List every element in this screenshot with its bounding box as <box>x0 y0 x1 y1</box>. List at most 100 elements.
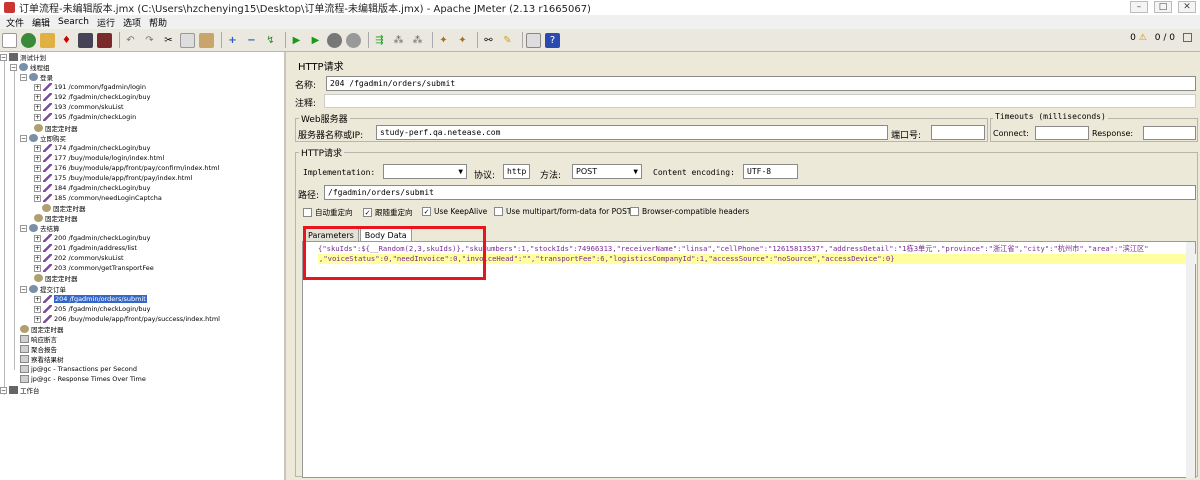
toggle-icon[interactable]: ↯ <box>263 33 278 48</box>
clear-all-icon[interactable]: ✦ <box>455 33 470 48</box>
clear-icon[interactable]: ✦ <box>436 33 451 48</box>
tree-item[interactable]: +193 /common/skuList <box>34 102 124 112</box>
tree-item[interactable]: jp@gc - Transactions per Second <box>20 364 137 374</box>
tree-item[interactable]: +203 /common/getTransportFee <box>34 263 154 273</box>
reset-search-icon[interactable]: ✎ <box>500 33 515 48</box>
implementation-select[interactable]: ▼ <box>383 164 467 179</box>
function-helper-icon[interactable] <box>526 32 541 48</box>
highlight-box <box>303 226 486 280</box>
follow-redirect-checkbox[interactable]: ✓ 跟随重定向 <box>363 207 413 218</box>
tree-item[interactable]: 聚合报告 <box>20 344 57 354</box>
response-label: Response: <box>1092 129 1134 138</box>
vertical-scrollbar[interactable] <box>1186 242 1195 478</box>
shutdown-icon[interactable] <box>346 32 361 48</box>
tree-item[interactable]: +206 /buy/module/app/front/pay/success/i… <box>34 314 220 324</box>
start-no-pause-icon[interactable]: ▶ <box>308 33 323 48</box>
remote-stop-icon[interactable]: ⁂ <box>391 33 406 48</box>
tree-item[interactable]: − 立即购买 <box>20 133 66 143</box>
tree-thread-group[interactable]: − 线程组 <box>10 62 50 72</box>
browser-headers-checkbox[interactable]: Browser-compatible headers <box>630 207 749 216</box>
tree-item[interactable]: +205 /fgadmin/checkLogin/buy <box>34 304 150 314</box>
test-plan-tree[interactable]: − 测试计划 − 线程组 − 登录 +191 /common/fgadmin/logi… <box>0 52 286 480</box>
multipart-checkbox[interactable]: Use multipart/form-data for POST <box>494 207 631 216</box>
tree-workbench[interactable]: − 工作台 <box>0 385 40 395</box>
close-plan-icon[interactable]: ♦ <box>59 33 74 48</box>
new-icon[interactable] <box>2 32 17 48</box>
thread-count: 0 / 0 <box>1154 33 1175 43</box>
stop-icon[interactable] <box>327 32 342 48</box>
redo-icon[interactable]: ↷ <box>142 33 157 48</box>
tree-item[interactable]: +202 /common/skuList <box>34 253 124 263</box>
collapse-icon[interactable]: − <box>244 33 259 48</box>
cut-icon[interactable]: ✂ <box>161 33 176 48</box>
tree-item[interactable]: − 登录 <box>20 72 53 82</box>
help-icon[interactable]: ? <box>545 32 560 48</box>
menu-search[interactable]: Search <box>54 17 93 27</box>
encoding-field[interactable]: UTF-8 <box>743 164 798 179</box>
comment-field[interactable] <box>324 94 1196 108</box>
tree-item[interactable]: − 提交订单 <box>20 284 66 294</box>
tree-item[interactable]: +191 /common/fgadmin/login <box>34 82 146 92</box>
toolbar-separator <box>368 32 369 48</box>
tree-root[interactable]: − 测试计划 <box>0 52 46 62</box>
tree-item[interactable]: +201 /fgadmin/address/list <box>34 243 137 253</box>
tree-item[interactable]: +200 /fgadmin/checkLogin/buy <box>34 233 150 243</box>
maximize-icon[interactable]: □ <box>1154 1 1172 13</box>
protocol-field[interactable]: http <box>503 164 530 179</box>
tree-item[interactable]: jp@gc - Response Times Over Time <box>20 374 146 384</box>
tree-item-selected[interactable]: +204 /fgadmin/orders/submit <box>34 294 147 304</box>
tree-item[interactable]: +176 /buy/module/app/front/pay/confirm/i… <box>34 163 219 173</box>
tree-item[interactable]: 固定定时器 <box>34 123 78 133</box>
tree-item[interactable]: +195 /fgadmin/checkLogin <box>34 112 136 122</box>
menu-file[interactable]: 文件 <box>2 16 28 29</box>
sampler-icon <box>43 184 52 192</box>
tree-item[interactable]: +175 /buy/module/app/front/pay/index.htm… <box>34 173 192 183</box>
method-select[interactable]: POST ▼ <box>572 164 642 179</box>
templates-icon[interactable] <box>21 32 36 48</box>
menu-edit[interactable]: 编辑 <box>28 16 54 29</box>
tree-item[interactable]: 固定定时器 <box>34 273 78 283</box>
tree-item[interactable]: 察看结果树 <box>20 354 64 364</box>
tree-item[interactable]: +192 /fgadmin/checkLogin/buy <box>34 92 150 102</box>
tree-item[interactable]: 固定定时器 <box>42 203 86 213</box>
path-field[interactable]: /fgadmin/orders/submit <box>324 185 1196 200</box>
menu-options[interactable]: 选项 <box>119 16 145 29</box>
timer-icon <box>20 325 29 333</box>
start-icon[interactable]: ▶ <box>289 33 304 48</box>
search-icon[interactable]: ⚯ <box>481 33 496 48</box>
copy-icon[interactable] <box>180 32 195 48</box>
sampler-icon <box>43 83 52 91</box>
keepalive-checkbox[interactable]: ✓ Use KeepAlive <box>422 207 487 216</box>
undo-icon[interactable]: ↶ <box>123 33 138 48</box>
expand-icon[interactable]: + <box>225 33 240 48</box>
save-icon[interactable] <box>78 32 93 48</box>
port-field[interactable] <box>931 125 985 140</box>
tree-item[interactable]: +177 /buy/module/login/index.html <box>34 153 164 163</box>
minimize-icon[interactable]: – <box>1130 1 1148 13</box>
listener-icon <box>20 365 29 373</box>
tree-item[interactable]: 固定定时器 <box>34 213 78 223</box>
tree-item[interactable]: − 去结算 <box>20 223 60 233</box>
response-field[interactable] <box>1143 126 1196 140</box>
paste-icon[interactable] <box>199 32 214 48</box>
sampler-icon <box>43 315 52 323</box>
name-field[interactable]: 204 /fgadmin/orders/submit <box>326 76 1196 91</box>
server-field[interactable]: study-perf.qa.netease.com <box>376 125 888 140</box>
auto-redirect-checkbox[interactable]: 自动重定向 <box>303 207 353 218</box>
sampler-icon <box>43 194 52 202</box>
sampler-icon <box>43 93 52 101</box>
close-icon[interactable]: ✕ <box>1178 1 1196 13</box>
test-plan-icon <box>9 53 18 61</box>
tree-item[interactable]: +174 /fgadmin/checkLogin/buy <box>34 143 150 153</box>
tree-item[interactable]: 固定定时器 <box>20 324 64 334</box>
tree-item[interactable]: +184 /fgadmin/checkLogin/buy <box>34 183 150 193</box>
connect-field[interactable] <box>1035 126 1089 140</box>
save-as-icon[interactable] <box>97 32 112 48</box>
tree-item[interactable]: +185 /common/needLoginCaptcha <box>34 193 162 203</box>
remote-shutdown-icon[interactable]: ⁂ <box>410 33 425 48</box>
remote-start-icon[interactable]: ⇶ <box>372 33 387 48</box>
menu-run[interactable]: 运行 <box>93 16 119 29</box>
menu-help[interactable]: 帮助 <box>145 16 171 29</box>
tree-item[interactable]: 响应断言 <box>20 334 57 344</box>
open-icon[interactable] <box>40 32 55 48</box>
